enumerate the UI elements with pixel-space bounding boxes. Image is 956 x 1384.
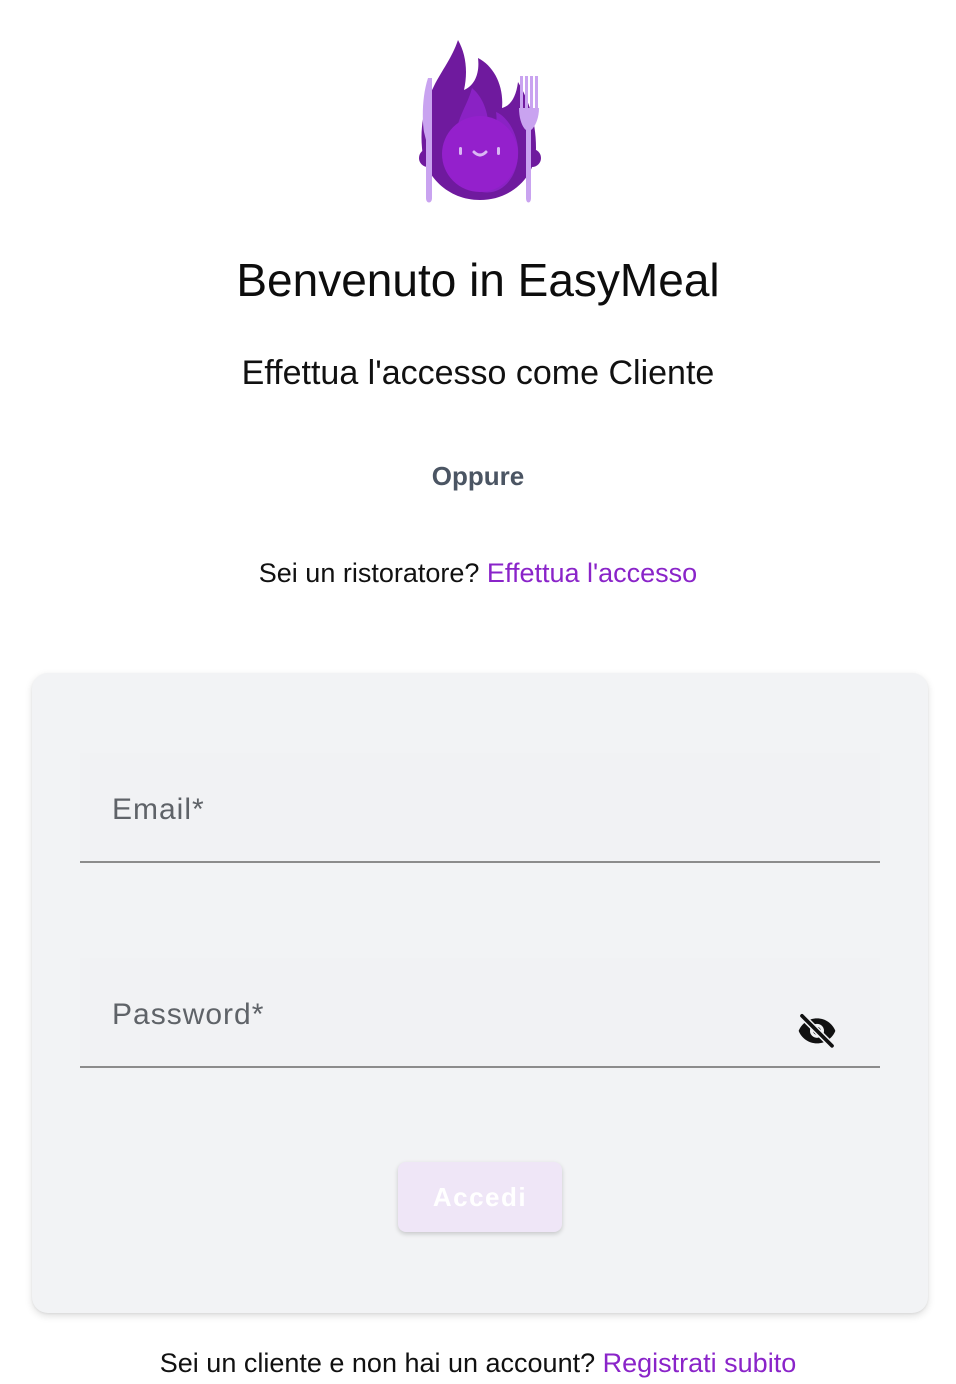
password-field[interactable]: Password* <box>80 958 880 1068</box>
restaurant-login-prompt: Sei un ristoratore? Effettua l'accesso <box>0 556 956 590</box>
restaurant-login-link[interactable]: Effettua l'accesso <box>487 558 697 588</box>
restaurant-prompt-text: Sei un ristoratore? <box>258 558 480 588</box>
signup-link[interactable]: Registrati subito <box>603 1348 797 1378</box>
login-submit-button[interactable]: Accedi <box>398 1162 562 1232</box>
page-title: Benvenuto in EasyMeal <box>236 254 720 306</box>
password-field-label: Password* <box>112 998 265 1031</box>
email-field[interactable]: Email* <box>80 753 880 863</box>
email-field-label: Email* <box>112 793 205 826</box>
login-form-card: Email* Password* Accedi <box>32 673 928 1313</box>
page-subtitle: Effettua l'accesso come Cliente <box>241 354 715 392</box>
signup-prompt-text: Sei un cliente e non hai un account? <box>159 1348 596 1378</box>
signup-prompt: Sei un cliente e non hai un account? Reg… <box>0 1346 956 1380</box>
or-separator: Oppure <box>431 461 525 491</box>
eye-off-icon[interactable] <box>794 1010 840 1050</box>
easymeal-logo-icon <box>419 40 541 203</box>
login-page: Benvenuto in EasyMeal Effettua l'accesso… <box>0 0 956 1384</box>
